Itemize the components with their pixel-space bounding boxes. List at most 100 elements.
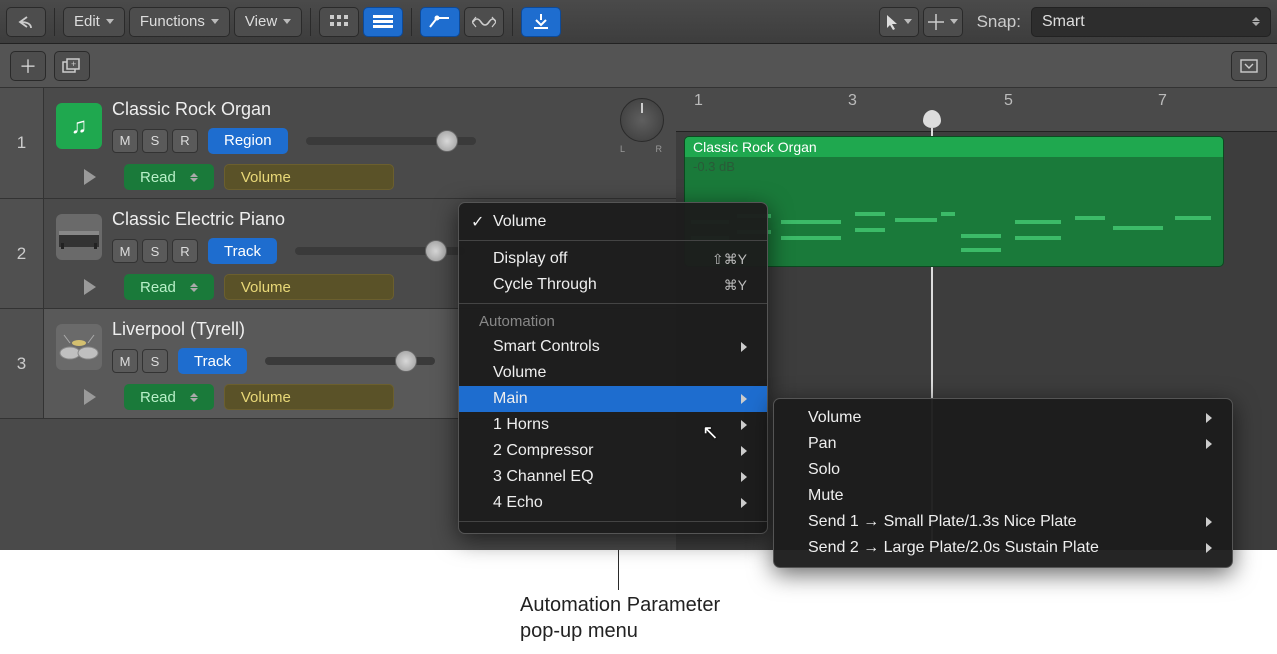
add-track-button[interactable]: ＋ bbox=[10, 51, 46, 81]
r-button[interactable]: R bbox=[172, 239, 198, 263]
r-button[interactable]: R bbox=[172, 129, 198, 153]
ruler-mark: 3 bbox=[848, 92, 857, 110]
chevron-down-icon bbox=[211, 19, 219, 24]
menu-item[interactable]: 2 Compressor bbox=[459, 438, 767, 464]
menu-item-cycle-through[interactable]: Cycle Through⌘Y bbox=[459, 272, 767, 298]
chevron-down-icon bbox=[283, 19, 291, 24]
volume-slider[interactable] bbox=[265, 357, 435, 365]
automation-mode-pill[interactable]: Region bbox=[208, 128, 288, 154]
view-menu-button[interactable]: View bbox=[234, 7, 302, 37]
music-note-icon: ♫ bbox=[56, 103, 102, 149]
ruler-mark: 7 bbox=[1158, 92, 1167, 110]
submenu-arrow-icon bbox=[1206, 439, 1212, 449]
region-title: Classic Rock Organ bbox=[685, 137, 1223, 157]
automation-parameter-menu[interactable]: Volume Display off⇧⌘Y Cycle Through⌘Y Au… bbox=[458, 202, 768, 534]
snap-select[interactable]: Smart bbox=[1031, 7, 1271, 37]
duplicate-icon: + bbox=[62, 58, 82, 74]
plus-icon: ＋ bbox=[19, 53, 37, 79]
playhead[interactable] bbox=[923, 110, 941, 128]
submenu-arrow-icon bbox=[1206, 543, 1212, 553]
disclosure-triangle[interactable] bbox=[84, 169, 96, 185]
drums-icon bbox=[56, 324, 102, 370]
snap-value: Smart bbox=[1042, 13, 1085, 31]
automation-read-select[interactable]: Read bbox=[124, 274, 214, 300]
m-button[interactable]: M bbox=[112, 239, 138, 263]
pointer-tool-button[interactable] bbox=[879, 7, 919, 37]
menu-item[interactable]: Smart Controls bbox=[459, 334, 767, 360]
toggle-panel-button[interactable] bbox=[1231, 51, 1267, 81]
track-row[interactable]: 1 ♫ Classic Rock Organ MSR Region LR Rea… bbox=[0, 88, 676, 199]
pointer-icon bbox=[886, 14, 898, 30]
grid-view-button[interactable] bbox=[319, 7, 359, 37]
grid-icon bbox=[330, 15, 348, 29]
automation-read-select[interactable]: Read bbox=[124, 384, 214, 410]
automation-main-submenu[interactable]: VolumePanSoloMuteSend 1 → Small Plate/1.… bbox=[773, 398, 1233, 568]
automation-curve-button[interactable] bbox=[420, 7, 460, 37]
submenu-item[interactable]: Send 2 → Large Plate/2.0s Sustain Plate bbox=[774, 535, 1232, 561]
updown-icon bbox=[1252, 17, 1260, 26]
submenu-arrow-icon bbox=[1206, 517, 1212, 527]
volume-slider[interactable] bbox=[306, 137, 476, 145]
edit-menu-button[interactable]: Edit bbox=[63, 7, 125, 37]
automation-read-select[interactable]: Read bbox=[124, 164, 214, 190]
volume-slider[interactable] bbox=[295, 247, 465, 255]
caption-pointer-line bbox=[618, 550, 619, 590]
menu-item-volume-top[interactable]: Volume bbox=[459, 209, 767, 235]
crosshair-tool-button[interactable] bbox=[923, 7, 963, 37]
chevron-down-icon bbox=[950, 19, 958, 24]
s-button[interactable]: S bbox=[142, 239, 168, 263]
menu-item[interactable]: 1 Horns bbox=[459, 412, 767, 438]
submenu-item[interactable]: Pan bbox=[774, 431, 1232, 457]
list-view-button[interactable] bbox=[363, 7, 403, 37]
ruler[interactable]: 1 3 5 7 bbox=[676, 88, 1277, 132]
flex-button[interactable] bbox=[464, 7, 504, 37]
automation-mode-pill[interactable]: Track bbox=[178, 348, 247, 374]
m-button[interactable]: M bbox=[112, 349, 138, 373]
submenu-arrow-icon bbox=[741, 472, 747, 482]
functions-menu-button[interactable]: Functions bbox=[129, 7, 230, 37]
track-name[interactable]: Classic Rock Organ bbox=[112, 99, 610, 120]
catch-icon bbox=[532, 14, 550, 30]
chevron-down-icon bbox=[106, 19, 114, 24]
s-button[interactable]: S bbox=[142, 129, 168, 153]
pan-knob[interactable] bbox=[620, 98, 664, 142]
disclosure-triangle[interactable] bbox=[84, 279, 96, 295]
s-button[interactable]: S bbox=[142, 349, 168, 373]
piano-icon bbox=[56, 214, 102, 260]
submenu-arrow-icon bbox=[741, 446, 747, 456]
slider-thumb[interactable] bbox=[425, 240, 447, 262]
flex-icon bbox=[472, 15, 496, 29]
menu-item[interactable]: Main bbox=[459, 386, 767, 412]
automation-icon bbox=[429, 15, 451, 29]
slider-thumb[interactable] bbox=[395, 350, 417, 372]
submenu-item[interactable]: Send 1 → Small Plate/1.3s Nice Plate bbox=[774, 509, 1232, 535]
menu-item[interactable]: 4 Echo bbox=[459, 490, 767, 516]
prev-tool-button[interactable] bbox=[6, 7, 46, 37]
pan-lr-label: LR bbox=[620, 144, 664, 154]
track-header-bar: ＋ + bbox=[0, 44, 1277, 88]
menu-header-automation: Automation bbox=[459, 309, 767, 334]
submenu-arrow-icon bbox=[741, 498, 747, 508]
disclosure-triangle[interactable] bbox=[84, 389, 96, 405]
automation-parameter-select[interactable]: Volume bbox=[224, 164, 394, 190]
ruler-mark: 1 bbox=[694, 92, 703, 110]
menu-item[interactable]: 3 Channel EQ bbox=[459, 464, 767, 490]
submenu-arrow-icon bbox=[1206, 413, 1212, 423]
submenu-arrow-icon bbox=[741, 420, 747, 430]
submenu-item[interactable]: Volume bbox=[774, 405, 1232, 431]
automation-mode-pill[interactable]: Track bbox=[208, 238, 277, 264]
automation-parameter-select[interactable]: Volume bbox=[224, 384, 394, 410]
submenu-item[interactable]: Solo bbox=[774, 457, 1232, 483]
track-number: 1 bbox=[0, 88, 44, 198]
catch-playhead-button[interactable] bbox=[521, 7, 561, 37]
menu-item-display-off[interactable]: Display off⇧⌘Y bbox=[459, 246, 767, 272]
duplicate-track-button[interactable]: + bbox=[54, 51, 90, 81]
ruler-mark: 5 bbox=[1004, 92, 1013, 110]
submenu-arrow-icon bbox=[741, 342, 747, 352]
menu-item[interactable]: Volume bbox=[459, 360, 767, 386]
slider-thumb[interactable] bbox=[436, 130, 458, 152]
caption: Automation Parameter pop-up menu bbox=[520, 592, 720, 644]
submenu-item[interactable]: Mute bbox=[774, 483, 1232, 509]
m-button[interactable]: M bbox=[112, 129, 138, 153]
automation-parameter-select[interactable]: Volume bbox=[224, 274, 394, 300]
